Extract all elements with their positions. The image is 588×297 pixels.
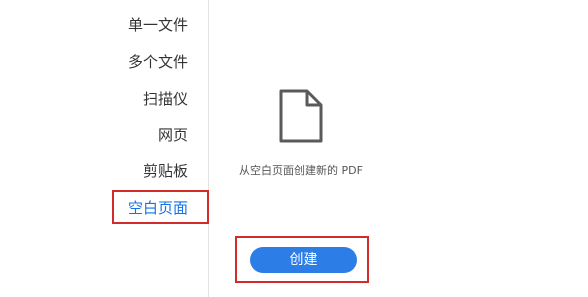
sidebar-item-clipboard[interactable]: 剪贴板 <box>143 161 188 181</box>
sidebar-item-scanner[interactable]: 扫描仪 <box>143 89 188 109</box>
create-description: 从空白页面创建新的 PDF <box>239 164 363 177</box>
selection-highlight-box <box>112 190 209 224</box>
document-icon <box>279 89 323 143</box>
sidebar-item-multiple-files[interactable]: 多个文件 <box>128 52 188 72</box>
button-highlight-box <box>235 236 369 283</box>
main-content: 从空白页面创建新的 PDF 创建 <box>210 0 588 297</box>
sidebar-item-web-page[interactable]: 网页 <box>158 125 188 145</box>
sidebar: 单一文件 多个文件 扫描仪 网页 剪贴板 空白页面 <box>0 0 209 297</box>
sidebar-item-single-file[interactable]: 单一文件 <box>128 15 188 35</box>
